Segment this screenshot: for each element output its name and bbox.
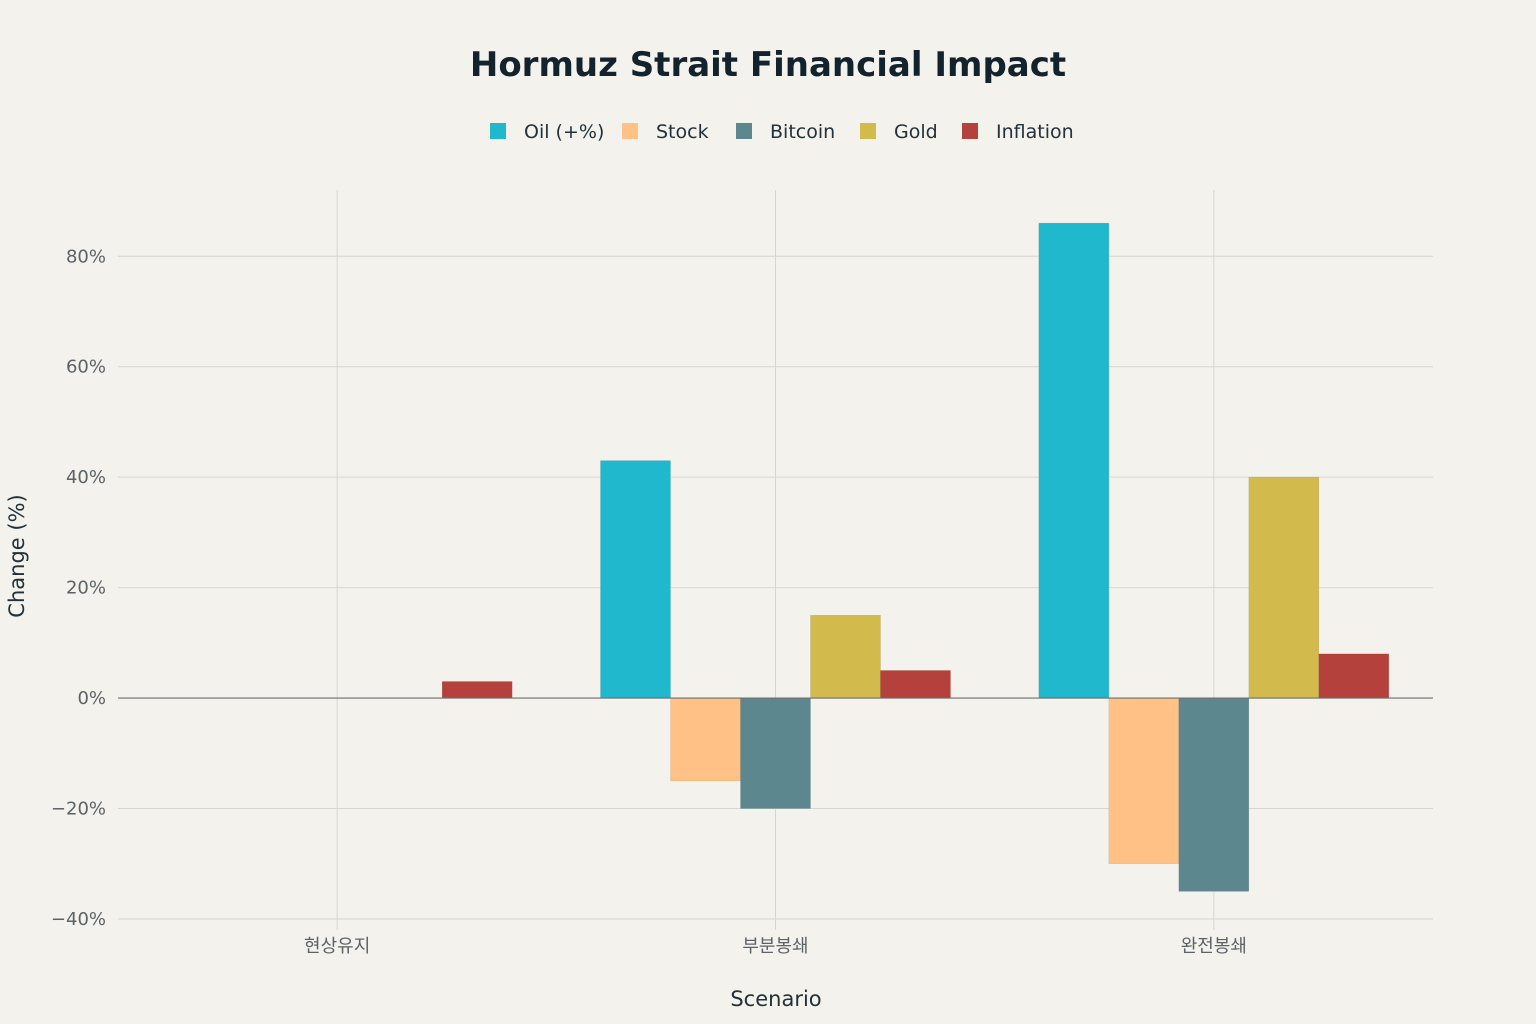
legend-item: Gold bbox=[860, 121, 938, 143]
legend-label: Oil (+%) bbox=[524, 121, 604, 143]
legend-swatch bbox=[490, 123, 506, 139]
legend-label: Inflation bbox=[996, 121, 1074, 143]
legend-item: Stock bbox=[622, 121, 709, 143]
legend-item: Inflation bbox=[962, 121, 1074, 143]
x-axis-title: Scenario bbox=[730, 987, 821, 1011]
legend-item: Oil (+%) bbox=[490, 121, 604, 143]
bar-oil-3 bbox=[1038, 222, 1110, 699]
chart-title: Hormuz Strait Financial Impact bbox=[470, 45, 1066, 85]
legend-label: Gold bbox=[894, 121, 938, 143]
y-tick-label: 40% bbox=[66, 467, 106, 488]
y-tick-label: −40% bbox=[51, 909, 106, 930]
x-tick-label: 현상유지 bbox=[304, 936, 370, 957]
legend-swatch bbox=[860, 123, 876, 139]
bar-inflation-1 bbox=[441, 681, 513, 699]
bar-bitcoin-3 bbox=[1178, 697, 1250, 892]
bar-inflation-2 bbox=[880, 670, 951, 699]
legend-swatch bbox=[962, 123, 978, 139]
bar-stock-2 bbox=[670, 697, 741, 782]
x-axis-ticks: 현상유지 부분봉쇄 완전봉쇄 bbox=[304, 936, 1247, 957]
y-tick-label: 80% bbox=[66, 246, 106, 267]
y-axis-ticks: −40% −20% 0% 20% 40% 60% 80% bbox=[51, 246, 106, 930]
legend-item: Bitcoin bbox=[736, 121, 835, 143]
bar-bitcoin-2 bbox=[740, 697, 811, 809]
bars bbox=[441, 222, 1390, 892]
y-tick-label: −20% bbox=[51, 799, 106, 820]
chart: Hormuz Strait Financial Impact Oil (+%) S… bbox=[0, 0, 1536, 1024]
y-axis-title: Change (%) bbox=[5, 494, 29, 617]
y-tick-label: 0% bbox=[77, 688, 106, 709]
bar-stock-3 bbox=[1108, 697, 1180, 864]
bar-inflation-3 bbox=[1318, 653, 1390, 699]
legend-label: Stock bbox=[656, 121, 709, 143]
x-tick-label: 부분봉쇄 bbox=[742, 936, 808, 957]
bar-gold-2 bbox=[810, 614, 881, 699]
x-tick-label: 완전봉쇄 bbox=[1181, 936, 1247, 957]
legend: Oil (+%) Stock Bitcoin Gold Inflation bbox=[490, 121, 1074, 143]
y-tick-label: 20% bbox=[66, 578, 106, 599]
legend-swatch bbox=[622, 123, 638, 139]
legend-swatch bbox=[736, 123, 752, 139]
chart-svg: Hormuz Strait Financial Impact Oil (+%) S… bbox=[5, 45, 1433, 1011]
bar-gold-3 bbox=[1248, 476, 1320, 699]
bar-oil-2 bbox=[600, 460, 671, 699]
legend-label: Bitcoin bbox=[770, 121, 835, 143]
y-tick-label: 60% bbox=[66, 357, 106, 378]
